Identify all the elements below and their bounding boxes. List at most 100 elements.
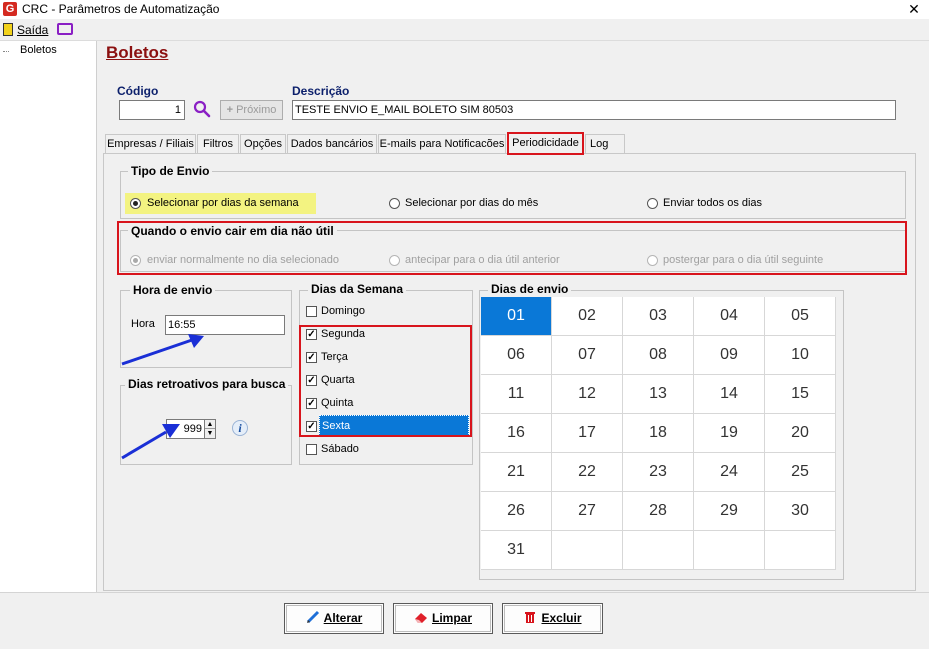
radio-every-day-label[interactable]: Enviar todos os dias [663, 197, 762, 209]
day-cell[interactable]: 18 [623, 414, 694, 453]
day-cell-empty [765, 531, 836, 570]
tree-connector [3, 51, 9, 52]
plus-icon: + [226, 104, 237, 116]
clear-button-label: Limpar [431, 611, 472, 625]
menu-bar: Saída [0, 19, 929, 41]
day-cell[interactable]: 22 [552, 453, 623, 492]
day-cell[interactable]: 05 [765, 297, 836, 336]
day-cell[interactable]: 16 [481, 414, 552, 453]
checkbox-sabado[interactable] [306, 444, 317, 455]
day-cell[interactable]: 21 [481, 453, 552, 492]
send-days-grid: 01 02 03 04 05 06 07 08 09 10 11 12 13 1… [481, 297, 836, 570]
tab-opcoes[interactable]: Opções [240, 134, 286, 154]
day-cell[interactable]: 13 [623, 375, 694, 414]
spinner-down-icon[interactable]: ▼ [205, 429, 215, 438]
radio-anticipate[interactable] [389, 255, 400, 266]
page-title: Boletos [106, 43, 169, 62]
trash-icon [525, 612, 536, 623]
window-title: CRC - Parâmetros de Automatização [22, 2, 220, 16]
day-cell[interactable]: 11 [481, 375, 552, 414]
code-label: Código [117, 84, 159, 98]
day-cell-empty [552, 531, 623, 570]
retro-days-spinner[interactable]: ▲ ▼ [204, 419, 216, 439]
red-highlight-box [299, 325, 472, 437]
checkbox-sabado-label[interactable]: Sábado [321, 443, 359, 455]
description-input[interactable]: TESTE ENVIO E_MAIL BOLETO SIM 80503 [292, 100, 896, 120]
menu-item-exit[interactable]: Saída [17, 23, 48, 37]
day-cell-empty [623, 531, 694, 570]
edit-button-label: Alterar [323, 611, 363, 625]
tab-filtros[interactable]: Filtros [197, 134, 239, 154]
info-icon[interactable]: i [232, 420, 248, 436]
checkbox-domingo-label[interactable]: Domingo [321, 305, 365, 317]
day-cell[interactable]: 19 [694, 414, 765, 453]
code-input[interactable]: 1 [119, 100, 185, 120]
day-cell[interactable]: 29 [694, 492, 765, 531]
day-cell[interactable]: 31 [481, 531, 552, 570]
day-cell[interactable]: 23 [623, 453, 694, 492]
next-button-label: Próximo [236, 104, 277, 116]
search-icon[interactable] [193, 100, 211, 118]
tab-log[interactable]: Log [585, 134, 625, 154]
radio-days-of-month-label[interactable]: Selecionar por dias do mês [405, 197, 538, 209]
clear-button[interactable]: Limpar [393, 603, 493, 634]
edit-button[interactable]: Alterar [284, 603, 384, 634]
tab-empresas-filiais[interactable]: Empresas / Filiais [105, 134, 196, 154]
delete-button[interactable]: Excluir [502, 603, 603, 634]
radio-anticipate-label[interactable]: antecipar para o dia útil anterior [405, 254, 560, 266]
description-label: Descrição [292, 84, 350, 98]
send-days-title: Dias de envio [488, 282, 572, 296]
radio-days-of-month[interactable] [389, 198, 400, 209]
day-cell[interactable]: 02 [552, 297, 623, 336]
tab-emails-notificacoes[interactable]: E-mails para Notificacões [378, 134, 506, 154]
day-cell[interactable]: 26 [481, 492, 552, 531]
day-cell[interactable]: 03 [623, 297, 694, 336]
radio-days-of-week-label[interactable]: Selecionar por dias da semana [147, 197, 299, 209]
day-cell[interactable]: 14 [694, 375, 765, 414]
day-cell[interactable]: 20 [765, 414, 836, 453]
day-cell[interactable]: 28 [623, 492, 694, 531]
radio-days-of-week[interactable] [130, 198, 141, 209]
exit-door-icon[interactable] [3, 23, 13, 36]
day-cell[interactable]: 15 [765, 375, 836, 414]
eraser-icon [414, 613, 427, 623]
app-logo-icon: G [3, 2, 17, 16]
spinner-up-icon[interactable]: ▲ [205, 420, 215, 429]
radio-send-normally[interactable] [130, 255, 141, 266]
send-time-title: Hora de envio [130, 283, 216, 297]
pencil-icon [306, 610, 319, 624]
next-button[interactable]: + Próximo [220, 100, 283, 120]
radio-postpone[interactable] [647, 255, 658, 266]
checkbox-domingo[interactable] [306, 306, 317, 317]
navigation-tree: Boletos [0, 41, 97, 592]
day-cell[interactable]: 30 [765, 492, 836, 531]
day-cell[interactable]: 08 [623, 336, 694, 375]
send-time-label: Hora [131, 318, 155, 330]
day-cell[interactable]: 25 [765, 453, 836, 492]
retro-days-title: Dias retroativos para busca [125, 377, 289, 391]
tab-dados-bancarios[interactable]: Dados bancários [287, 134, 377, 154]
tree-item-boletos[interactable]: Boletos [20, 44, 57, 56]
tab-periodicidade[interactable]: Periodicidade [507, 132, 584, 155]
day-cell[interactable]: 12 [552, 375, 623, 414]
day-cell[interactable]: 27 [552, 492, 623, 531]
day-cell[interactable]: 04 [694, 297, 765, 336]
bottom-separator [0, 592, 929, 593]
day-cell[interactable]: 01 [481, 297, 552, 336]
radio-send-normally-label[interactable]: enviar normalmente no dia selecionado [147, 254, 339, 266]
monitor-icon[interactable] [57, 23, 73, 35]
day-cell[interactable]: 10 [765, 336, 836, 375]
day-cell[interactable]: 24 [694, 453, 765, 492]
day-cell-empty [694, 531, 765, 570]
weekdays-title: Dias da Semana [308, 282, 407, 296]
day-cell[interactable]: 06 [481, 336, 552, 375]
title-bar: G CRC - Parâmetros de Automatização ✕ [0, 0, 929, 19]
day-cell[interactable]: 17 [552, 414, 623, 453]
blue-arrow-retro [121, 424, 180, 460]
non-business-day-title: Quando o envio cair em dia não útil [128, 224, 337, 238]
day-cell[interactable]: 07 [552, 336, 623, 375]
radio-postpone-label[interactable]: postergar para o dia útil seguinte [663, 254, 823, 266]
radio-every-day[interactable] [647, 198, 658, 209]
day-cell[interactable]: 09 [694, 336, 765, 375]
close-button[interactable]: ✕ [903, 0, 925, 19]
